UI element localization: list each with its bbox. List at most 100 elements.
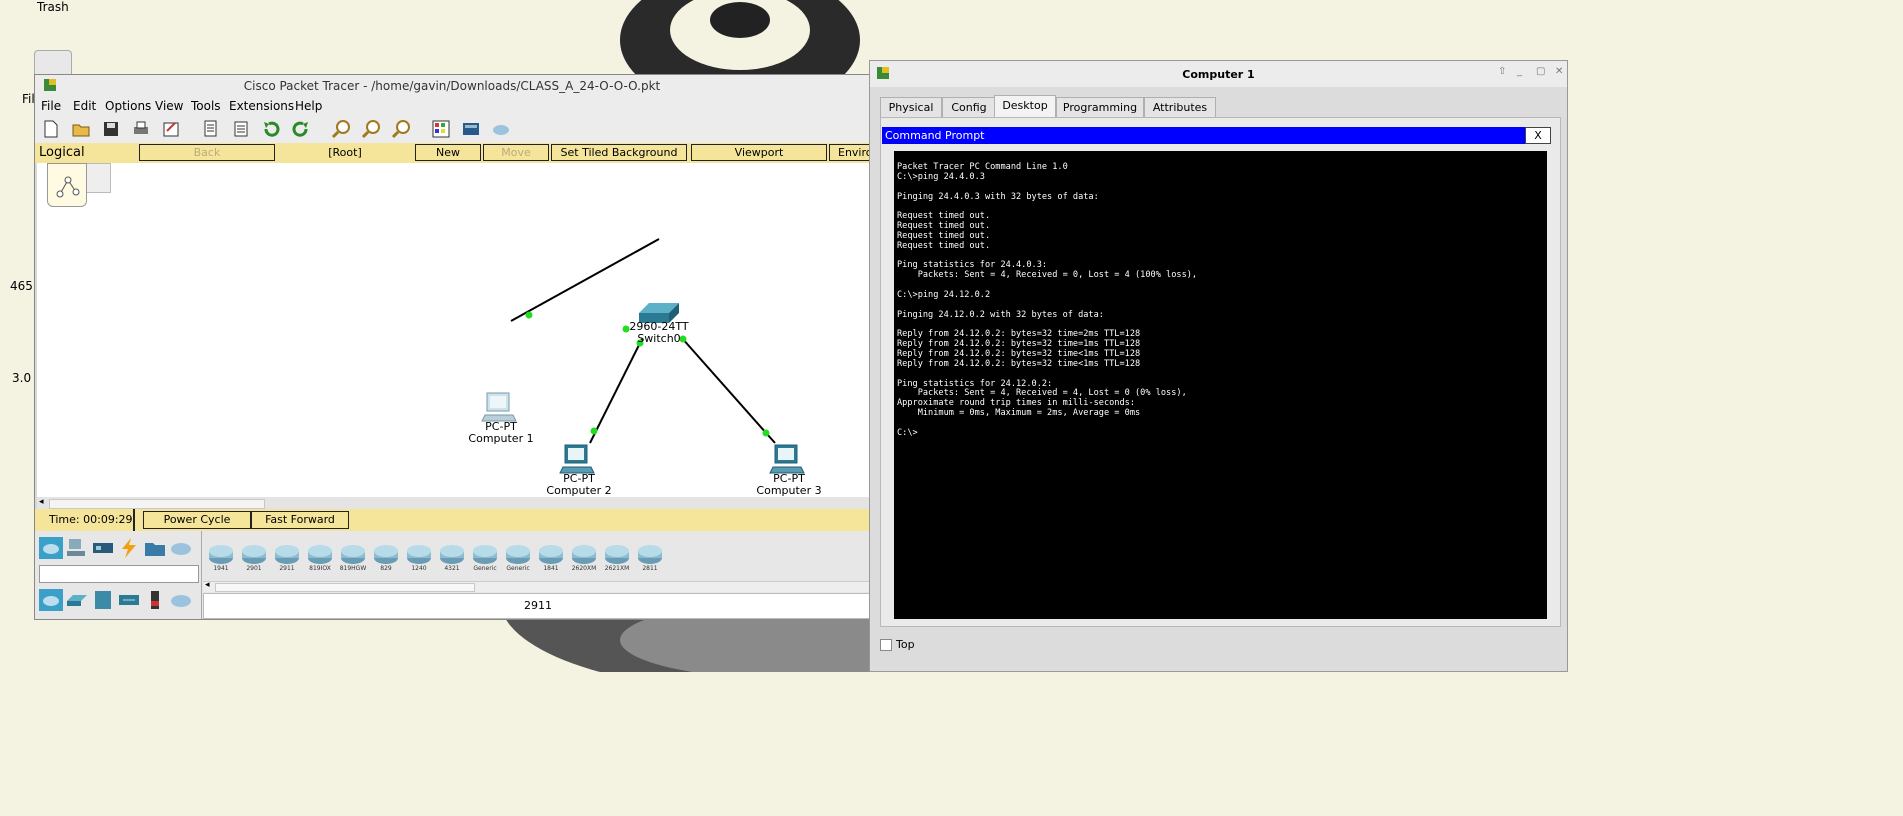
palette-icon[interactable] <box>431 119 451 139</box>
print-icon[interactable] <box>131 119 151 139</box>
scrollbar-thumb[interactable] <box>49 499 265 509</box>
connections-category-icon[interactable] <box>117 537 141 559</box>
cluster-icon[interactable] <box>491 119 511 139</box>
miscellaneous-category-icon[interactable] <box>143 537 167 559</box>
scroll-left-icon[interactable]: ◂ <box>39 497 44 507</box>
menu-view[interactable]: View <box>155 99 183 113</box>
device-model-1841-button[interactable]: 1841 <box>537 543 565 573</box>
redo-icon[interactable] <box>291 119 311 139</box>
files-label[interactable]: Fil <box>22 92 35 106</box>
back-button[interactable]: Back <box>139 144 275 161</box>
device-model-1240-button[interactable]: 1240 <box>405 543 433 573</box>
save-icon[interactable] <box>101 119 121 139</box>
activity-wizard-icon[interactable] <box>161 119 181 139</box>
fast-forward-time-button[interactable]: Fast Forward Time <box>251 511 349 542</box>
wireless-subcategory-icon[interactable] <box>117 589 141 611</box>
device-model-2901-button[interactable]: 2901 <box>240 543 268 573</box>
menu-file[interactable]: File <box>41 99 61 113</box>
open-icon[interactable] <box>71 119 91 139</box>
device-model-2620xm-button[interactable]: 2620XM <box>570 543 598 573</box>
console-line: Pinging 24.12.0.2 with 32 bytes of data: <box>897 309 1104 320</box>
console-line: Request timed out. <box>897 221 991 232</box>
device-model-819iox-button[interactable]: 819IOX <box>306 543 334 573</box>
tab-physical[interactable]: Physical <box>880 97 942 118</box>
menu-edit[interactable]: Edit <box>73 99 96 113</box>
topology-links <box>510 238 776 444</box>
console-line: Minimum = 0ms, Maximum = 2ms, Average = … <box>897 408 1141 419</box>
logical-bar: Logical Back [Root] New Cluster Move Obj… <box>35 143 871 174</box>
maximize-icon[interactable]: ▢ <box>1536 66 1545 77</box>
logical-workspace[interactable]: 2960-24TT Switch0 PC-PT Computer 1 PC-PT… <box>37 163 869 497</box>
shade-icon[interactable]: ⇧ <box>1498 66 1506 77</box>
move-object-button[interactable]: Move Object <box>483 144 549 174</box>
copy-icon[interactable] <box>201 119 221 139</box>
device-model-label: Generic <box>473 565 497 572</box>
routers-subcategory-icon[interactable] <box>39 589 63 611</box>
device-model-generic-button[interactable]: Generic <box>504 543 532 573</box>
tab-desktop[interactable]: Desktop <box>994 95 1056 118</box>
top-checkbox-label: Top <box>896 638 915 651</box>
pt-title-bar[interactable]: Cisco Packet Tracer - /home/gavin/Downlo… <box>35 75 869 98</box>
computer-1-label: PC-PT Computer 1 <box>461 421 541 445</box>
power-cycle-devices-button[interactable]: Power Cycle Devices <box>143 511 251 542</box>
device-model-2811-button[interactable]: 2811 <box>636 543 664 573</box>
console-line: Pinging 24.4.0.3 with 32 bytes of data: <box>897 191 1099 202</box>
menu-extensions[interactable]: Extensions <box>229 99 294 113</box>
device-model-label: 2621XM <box>604 565 630 572</box>
tab-programming[interactable]: Programming <box>1056 97 1144 118</box>
device-model-label: 829 <box>380 565 392 572</box>
device-model-2621xm-button[interactable]: 2621XM <box>603 543 631 573</box>
new-icon[interactable] <box>41 119 61 139</box>
menu-options[interactable]: Options <box>105 99 151 113</box>
set-tiled-background-button[interactable]: Set Tiled Background <box>551 144 687 161</box>
network-devices-category-icon[interactable] <box>39 537 63 559</box>
device-model-label: 819IOX <box>309 565 331 572</box>
trash-label[interactable]: Trash <box>37 0 69 14</box>
minimize-icon[interactable]: _ <box>1517 66 1522 77</box>
models-scroll-left-icon[interactable]: ◂ <box>205 580 210 590</box>
models-scrollbar[interactable]: ◂ <box>203 580 871 592</box>
multiuser-category-icon[interactable] <box>169 537 193 559</box>
undo-icon[interactable] <box>261 119 281 139</box>
router-icon <box>308 545 332 564</box>
end-devices-category-icon[interactable] <box>65 537 89 559</box>
device-model-generic-button[interactable]: Generic <box>471 543 499 573</box>
security-subcategory-icon[interactable] <box>143 589 167 611</box>
wan-emulation-subcategory-icon[interactable] <box>169 589 193 611</box>
paste-icon[interactable] <box>231 119 251 139</box>
viewport-button[interactable]: Viewport <box>691 144 827 161</box>
top-checkbox[interactable] <box>880 639 892 651</box>
models-scroll-thumb[interactable] <box>215 583 475 592</box>
components-category-icon[interactable] <box>91 537 115 559</box>
environment-button[interactable]: Enviro <box>829 144 871 161</box>
device-model-4321-button[interactable]: 4321 <box>438 543 466 573</box>
menu-tools[interactable]: Tools <box>191 99 221 113</box>
desktop-label-465: 465 <box>10 279 33 293</box>
device-model-819hgw-button[interactable]: 819HGW <box>339 543 367 573</box>
close-icon[interactable]: ✕ <box>1555 66 1563 77</box>
device-model-2911-button[interactable]: 2911 <box>273 543 301 573</box>
zoom-out-icon[interactable] <box>391 119 411 139</box>
hubs-subcategory-icon[interactable] <box>91 589 115 611</box>
command-prompt-console[interactable]: Packet Tracer PC Command Line 1.0 C:\>pin… <box>894 151 1547 619</box>
timebar-divider <box>133 509 135 531</box>
switches-subcategory-icon[interactable] <box>65 589 89 611</box>
workspace-horizontal-scrollbar[interactable]: ◂ <box>37 497 869 509</box>
device-model-label: 4321 <box>444 565 460 572</box>
c1-window-title: Computer 1 <box>1182 68 1255 81</box>
device-search-input[interactable] <box>39 565 199 583</box>
menu-help[interactable]: Help <box>295 99 322 113</box>
device-model-829-button[interactable]: 829 <box>372 543 400 573</box>
new-cluster-button[interactable]: New Cluster <box>415 144 481 174</box>
custom-device-icon[interactable] <box>461 119 481 139</box>
tab-config[interactable]: Config <box>942 97 996 118</box>
zoom-reset-icon[interactable] <box>361 119 381 139</box>
router-icon <box>572 545 596 564</box>
zoom-in-icon[interactable] <box>331 119 351 139</box>
c1-title-bar[interactable]: Computer 1 ⇧ _ ▢ ✕ <box>870 61 1567 87</box>
device-model-1941-button[interactable]: 1941 <box>207 543 235 573</box>
computer-2-name: Computer 2 <box>546 484 612 497</box>
command-prompt-close-button[interactable]: X <box>1525 127 1551 144</box>
tab-attributes[interactable]: Attributes <box>1144 97 1216 118</box>
